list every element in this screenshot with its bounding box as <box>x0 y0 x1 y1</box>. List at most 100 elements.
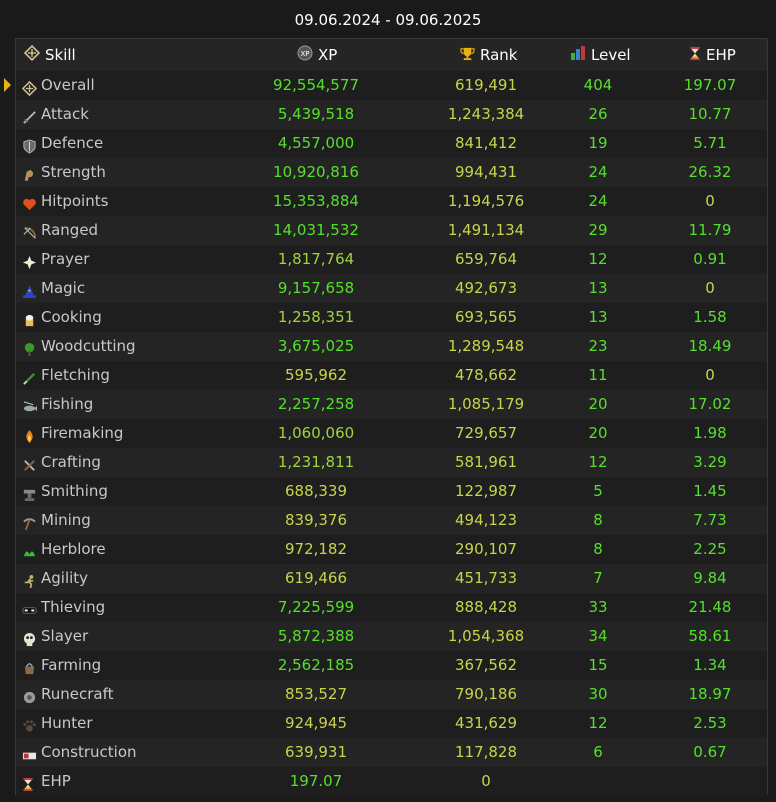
header-skill[interactable]: Skill <box>23 39 76 71</box>
mining-icon <box>22 512 37 531</box>
table-row[interactable]: Defence 4,557,000 841,412 19 5.71 <box>16 129 767 158</box>
header-level-label: Level <box>591 46 631 64</box>
ehp-value <box>671 767 749 796</box>
table-row[interactable]: Crafting 1,231,811 581,961 12 3.29 <box>16 448 767 477</box>
level-value: 24 <box>588 192 608 210</box>
skill-name: Hitpoints <box>41 192 109 210</box>
table-row[interactable]: Fletching 595,962 478,662 11 0 <box>16 361 767 390</box>
skill-cell: Woodcutting <box>22 332 136 361</box>
level-value: 6 <box>593 743 603 761</box>
rank-value: 994,431 <box>454 163 518 181</box>
table-row[interactable]: Construction 639,931 117,828 6 0.67 <box>16 738 767 767</box>
level-value: 20 <box>588 424 608 442</box>
skill-name: Defence <box>41 134 104 152</box>
herblore-icon <box>22 541 37 557</box>
rank-value: 1,085,179 <box>447 395 525 413</box>
skill-name: Prayer <box>41 250 90 268</box>
table-row[interactable]: Thieving 7,225,599 888,428 33 21.48 <box>16 593 767 622</box>
ehp-value: 0 <box>705 366 715 384</box>
xp-value: 1,060,060 <box>277 424 355 442</box>
table-row[interactable]: Ranged 14,031,532 1,491,134 29 11.79 <box>16 216 767 245</box>
woodcutting-icon <box>22 338 37 357</box>
skill-name: Smithing <box>41 482 108 500</box>
table-row[interactable]: Strength 10,920,816 994,431 24 26.32 <box>16 158 767 187</box>
header-rank[interactable]: Rank <box>460 39 517 71</box>
level-value: 12 <box>588 714 608 732</box>
skill-cell: Slayer <box>22 622 88 651</box>
hitpoints-icon <box>22 193 37 211</box>
table-row[interactable]: EHP 197.07 0 <box>16 767 767 796</box>
table-header: Skill XP XP Rank Level EHP <box>16 39 767 71</box>
level-value: 30 <box>588 685 608 703</box>
skill-name: Ranged <box>41 221 99 239</box>
skill-cell: Construction <box>22 738 137 767</box>
table-row[interactable]: Agility 619,466 451,733 7 9.84 <box>16 564 767 593</box>
ehp-value: 10.77 <box>688 105 732 123</box>
construction-icon <box>22 744 37 760</box>
skill-cell: Hitpoints <box>22 187 108 216</box>
hourglass-icon <box>22 773 37 792</box>
attack-icon <box>22 106 37 124</box>
xp-value: 7,225,599 <box>277 598 355 616</box>
rank-value: 888,428 <box>454 598 518 616</box>
skill-cell: Magic <box>22 274 85 303</box>
ehp-value: 1.45 <box>693 482 727 500</box>
skill-cell: Smithing <box>22 477 108 506</box>
xp-value: 15,353,884 <box>273 192 359 210</box>
skill-name: Fishing <box>41 395 94 413</box>
skill-name: EHP <box>41 772 71 790</box>
prayer-icon <box>22 251 37 270</box>
table-row[interactable]: Fishing 2,257,258 1,085,179 20 17.02 <box>16 390 767 419</box>
table-row[interactable]: Mining 839,376 494,123 8 7.73 <box>16 506 767 535</box>
skill-cell: Strength <box>22 158 106 187</box>
table-row[interactable]: Smithing 688,339 122,987 5 1.45 <box>16 477 767 506</box>
table-row[interactable]: Overall 92,554,577 619,491 404 197.07 <box>4 71 767 100</box>
level-value: 7 <box>593 569 603 587</box>
header-level[interactable]: Level <box>570 39 631 71</box>
xp-value: 5,872,388 <box>277 627 355 645</box>
table-row[interactable]: Hitpoints 15,353,884 1,194,576 24 0 <box>16 187 767 216</box>
header-ehp-label: EHP <box>706 46 736 64</box>
header-ehp[interactable]: EHP <box>689 39 736 71</box>
ehp-value: 18.97 <box>688 685 732 703</box>
skill-cell: Herblore <box>22 535 106 564</box>
table-row[interactable]: Magic 9,157,658 492,673 13 0 <box>16 274 767 303</box>
ehp-value: 18.49 <box>688 337 732 355</box>
runecraft-icon <box>22 686 37 704</box>
overall-icon <box>21 77 38 97</box>
table-row[interactable]: Runecraft 853,527 790,186 30 18.97 <box>16 680 767 709</box>
table-row[interactable]: Slayer 5,872,388 1,054,368 34 58.61 <box>16 622 767 651</box>
date-range: 09.06.2024 - 09.06.2025 <box>294 11 482 29</box>
table-row[interactable]: Attack 5,439,518 1,243,384 26 10.77 <box>16 100 767 129</box>
table-row[interactable]: Prayer 1,817,764 659,764 12 0.91 <box>16 245 767 274</box>
xp-value: 595,962 <box>284 366 348 384</box>
table-row[interactable]: Cooking 1,258,351 693,565 13 1.58 <box>16 303 767 332</box>
level-value: 20 <box>588 395 608 413</box>
table-row[interactable]: Herblore 972,182 290,107 8 2.25 <box>16 535 767 564</box>
rank-value: 693,565 <box>454 308 518 326</box>
cooking-icon <box>22 309 37 327</box>
ehp-value: 2.25 <box>693 540 727 558</box>
xp-value: 1,817,764 <box>277 250 355 268</box>
skill-name: Overall <box>41 76 95 94</box>
level-value: 26 <box>588 105 608 123</box>
skill-name: Runecraft <box>41 685 114 703</box>
skill-name: Woodcutting <box>41 337 136 355</box>
skill-cell: Agility <box>22 564 88 593</box>
skill-cell: Mining <box>22 506 91 535</box>
ehp-value: 11.79 <box>688 221 732 239</box>
header-xp[interactable]: XP XP <box>297 39 337 71</box>
table-row[interactable]: Woodcutting 3,675,025 1,289,548 23 18.49 <box>16 332 767 361</box>
rank-value: 451,733 <box>454 569 518 587</box>
ehp-value: 17.02 <box>688 395 732 413</box>
rank-value: 581,961 <box>454 453 518 471</box>
skill-cell: Runecraft <box>22 680 114 709</box>
header-rank-label: Rank <box>480 46 518 64</box>
table-row[interactable]: Firemaking 1,060,060 729,657 20 1.98 <box>16 419 767 448</box>
skill-name: Mining <box>41 511 91 529</box>
skill-name: Farming <box>41 656 102 674</box>
table-row[interactable]: Hunter 924,945 431,629 12 2.53 <box>16 709 767 738</box>
level-value: 13 <box>588 308 608 326</box>
table-row[interactable]: Farming 2,562,185 367,562 15 1.34 <box>16 651 767 680</box>
skill-cell: Attack <box>22 100 89 129</box>
